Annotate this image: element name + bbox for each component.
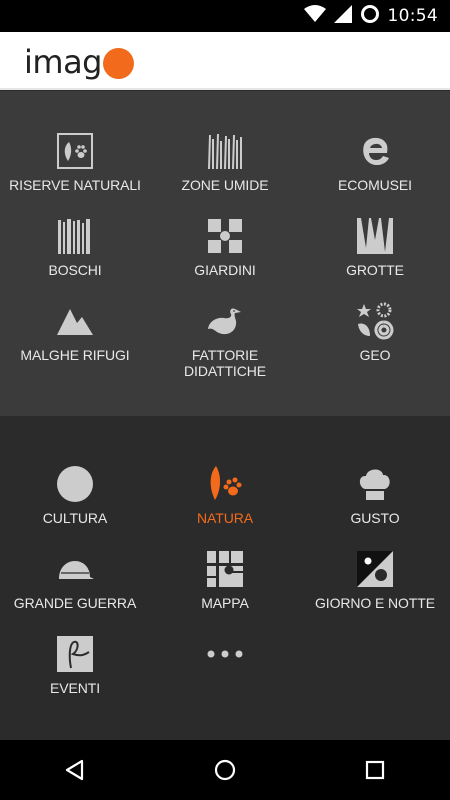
system-navigation-bar: [0, 740, 450, 800]
wetland-reeds-icon: [205, 131, 245, 171]
events-icon: [55, 634, 95, 674]
signal-icon: [333, 4, 352, 28]
wifi-icon: [303, 4, 326, 28]
home-icon[interactable]: [205, 750, 245, 790]
category-label: GIARDINI: [194, 262, 256, 278]
logo-dot: [102, 47, 134, 79]
category-boschi[interactable]: BOSCHI: [0, 216, 150, 301]
category-malghe-rifugi[interactable]: MALGHE RIFUGI: [0, 301, 150, 386]
helmet-icon: [55, 549, 95, 589]
farm-goose-icon: [205, 301, 245, 341]
category-grid: RISERVE NATURALI ZONE UMIDE ECOMUSEI BOS…: [0, 131, 450, 386]
category-label: RISERVE NATURALI: [9, 177, 141, 193]
category-fattorie-didattiche[interactable]: FATTORIE DIDATTICHE: [150, 301, 300, 386]
reserve-icon: [55, 131, 95, 171]
section-more[interactable]: [150, 634, 300, 719]
battery-syncing-icon: [360, 4, 380, 29]
section-label: CULTURA: [42, 510, 108, 526]
forest-icon: [55, 216, 95, 256]
section-label: NATURA: [197, 510, 253, 526]
garden-icon: [205, 216, 245, 256]
culture-icon: [55, 464, 95, 504]
section-gusto[interactable]: GUSTO: [300, 464, 450, 549]
category-panel: RISERVE NATURALI ZONE UMIDE ECOMUSEI BOS…: [0, 91, 450, 416]
category-grotte[interactable]: GROTTE: [300, 216, 450, 301]
chef-hat-icon: [355, 464, 395, 504]
section-grande-guerra[interactable]: GRANDE GUERRA: [0, 549, 150, 634]
section-mappa[interactable]: MAPPA: [150, 549, 300, 634]
category-label: GROTTE: [346, 262, 404, 278]
section-label: GIORNO E NOTTE: [315, 595, 435, 611]
section-panel: CULTURA NATURA GUSTO GRANDE GUERRA MAPPA…: [0, 416, 450, 740]
category-ecomusei[interactable]: ECOMUSEI: [300, 131, 450, 216]
section-cultura[interactable]: CULTURA: [0, 464, 150, 549]
category-label: GEO: [359, 347, 391, 363]
section-label: EVENTI: [50, 680, 100, 696]
geo-icon: [355, 301, 395, 341]
section-label: GUSTO: [350, 510, 400, 526]
section-natura[interactable]: NATURA: [150, 464, 300, 549]
section-giorno-e-notte[interactable]: GIORNO E NOTTE: [300, 549, 450, 634]
day-night-icon: [355, 549, 395, 589]
cave-icon: [355, 216, 395, 256]
category-geo[interactable]: GEO: [300, 301, 450, 386]
category-label: BOSCHI: [48, 262, 102, 278]
logo-text: imag: [24, 43, 102, 81]
category-label: MALGHE RIFUGI: [20, 347, 130, 363]
category-riserve-naturali[interactable]: RISERVE NATURALI: [0, 131, 150, 216]
section-eventi[interactable]: EVENTI: [0, 634, 150, 719]
nature-leaf-paw-icon: [205, 464, 245, 504]
section-label: GRANDE GUERRA: [13, 595, 137, 611]
recent-apps-icon[interactable]: [355, 750, 395, 790]
category-label: ECOMUSEI: [338, 177, 412, 193]
mountain-icon: [55, 301, 95, 341]
map-icon: [205, 549, 245, 589]
category-zone-umide[interactable]: ZONE UMIDE: [150, 131, 300, 216]
back-icon[interactable]: [55, 750, 95, 790]
section-grid: CULTURA NATURA GUSTO GRANDE GUERRA MAPPA…: [0, 464, 450, 719]
ecomuseum-icon: [355, 131, 395, 171]
section-label: MAPPA: [201, 595, 249, 611]
more-dots-icon: [205, 634, 245, 674]
category-label: FATTORIE DIDATTICHE: [184, 347, 266, 379]
app-header: imag: [0, 32, 450, 90]
status-bar: 10:54: [0, 0, 450, 32]
app-logo[interactable]: imag: [24, 42, 134, 82]
category-giardini[interactable]: GIARDINI: [150, 216, 300, 301]
category-label: ZONE UMIDE: [181, 177, 269, 193]
status-time: 10:54: [387, 6, 438, 26]
